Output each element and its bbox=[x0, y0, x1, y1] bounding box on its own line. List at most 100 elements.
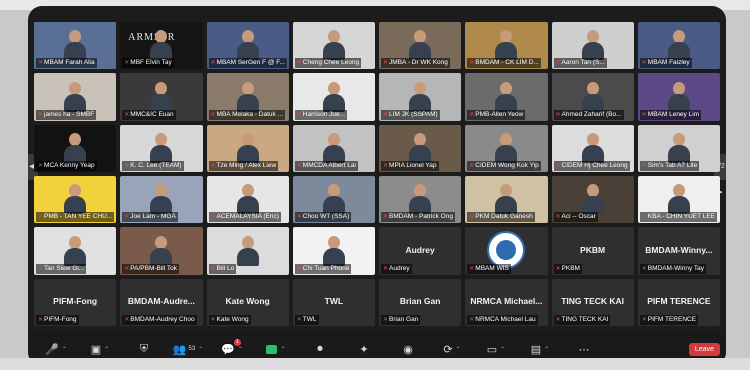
participant-tile[interactable]: ✕MPIA Lionel Yap bbox=[379, 124, 462, 172]
chevron-up-icon[interactable]: ⌃ bbox=[500, 346, 505, 353]
participant-name-label: ✕MBAM SerGen F @ F... bbox=[208, 58, 287, 69]
captions-icon: ▭ bbox=[486, 343, 498, 356]
participant-tile[interactable]: ✕CIDEM Hj Chee Leong bbox=[551, 124, 634, 172]
muted-mic-icon: ✕ bbox=[555, 214, 561, 221]
chevron-up-icon[interactable]: ⌃ bbox=[104, 346, 109, 353]
participant-grid: ✕MBAM Farah Alia ARMSTR ✕MBF Elvin Tay ✕MBA… bbox=[34, 22, 720, 326]
participant-tile[interactable]: BMDAM-Audre... ✕BMDAM-Audrey Choo bbox=[120, 278, 203, 326]
participant-tile[interactable]: ✕Tan Siew Gi... bbox=[34, 227, 117, 275]
muted-mic-icon: ✕ bbox=[641, 111, 647, 118]
participant-tile[interactable]: TWL ✕TWL bbox=[292, 278, 375, 326]
leave-button[interactable]: Leave bbox=[688, 342, 720, 356]
participant-tile[interactable]: ✕KBA - CHIN YUET LEE bbox=[637, 175, 720, 224]
participant-tile[interactable]: ✕BMDAM - Patrick Ong bbox=[379, 175, 462, 224]
whiteboard-icon: ⟳ bbox=[443, 343, 453, 356]
participant-tile[interactable]: PIFM TERENCE ✕PIFM TERENCE bbox=[637, 278, 720, 326]
participant-tile[interactable]: Brian Gan ✕Brian Gan bbox=[379, 278, 462, 326]
participant-tile[interactable]: NRMCA Michael... ✕NRMCA Michael Lau bbox=[465, 278, 548, 326]
participant-tile[interactable]: ✕Ahmed Zaharif (Bo... bbox=[551, 73, 634, 121]
participant-name-text: TWL bbox=[302, 315, 317, 323]
participant-tile[interactable]: ✕Choo WT (SSA) bbox=[292, 175, 375, 224]
participant-name-label: ✕BMDAM-Audrey Choo bbox=[122, 314, 197, 325]
participant-tile[interactable]: ✕ACEMALAYSIA (Eric) bbox=[206, 175, 289, 224]
participant-tile[interactable]: TING TECK KAI ✕TING TECK KAI bbox=[551, 278, 634, 326]
participant-tile[interactable]: ✕JMBA - Dr WK Kong bbox=[379, 22, 462, 70]
participant-name-label: ✕Aaron Tan (S... bbox=[553, 58, 607, 69]
participant-tile[interactable]: ✕CIDEM Wong Kok Yip bbox=[465, 124, 548, 172]
participant-tile[interactable]: ✕MBAM WIS bbox=[465, 227, 548, 275]
chevron-up-icon[interactable]: ⌃ bbox=[238, 346, 243, 353]
participant-video-figure bbox=[64, 132, 87, 163]
participant-name-text: BMDAM - CK LIM D... bbox=[475, 59, 539, 67]
chevron-up-icon[interactable]: ⌃ bbox=[198, 346, 203, 353]
participant-tile[interactable]: ✕Tze Ming / Alex Liew bbox=[206, 124, 289, 172]
muted-mic-icon: ✕ bbox=[383, 162, 389, 169]
participant-tile[interactable]: ✕Cheng Chee Leong bbox=[292, 22, 375, 70]
chat-icon: 💬 bbox=[221, 343, 235, 356]
participant-name-text: Bill Lo bbox=[216, 264, 235, 272]
participant-tile[interactable]: ✕BMDAM - CK LIM D... bbox=[465, 22, 548, 70]
chevron-up-icon[interactable]: ⌃ bbox=[456, 346, 461, 353]
chevron-up-icon[interactable]: ⌃ bbox=[280, 346, 285, 353]
participant-name-text: PKBM bbox=[561, 264, 580, 272]
chevron-up-icon[interactable]: ⌃ bbox=[62, 346, 67, 353]
participant-tile[interactable]: ✕MCA Kenny Yeap bbox=[34, 124, 117, 172]
muted-mic-icon: ✕ bbox=[641, 316, 647, 323]
participant-tile[interactable]: ✕PKM Datuk Ganesh bbox=[465, 175, 548, 224]
chat-badge: 1 bbox=[234, 339, 241, 346]
chevron-up-icon[interactable]: ⌃ bbox=[544, 346, 549, 353]
participant-tile[interactable]: ✕Joe Lam - MGA bbox=[120, 175, 203, 224]
participant-body bbox=[236, 247, 259, 266]
participant-tile[interactable]: ✕Aaron Tan (S... bbox=[551, 22, 634, 70]
participant-video-figure bbox=[495, 132, 518, 163]
participant-tile[interactable]: ✕Sim's Tab A7 Lite bbox=[637, 124, 720, 172]
participant-tile[interactable]: BMDAM-Winny... ✕BMDAM-Winny Tay bbox=[637, 227, 720, 275]
participant-tile[interactable]: ✕Aci -- Oscar bbox=[551, 175, 634, 224]
muted-mic-icon: ✕ bbox=[641, 214, 647, 221]
muted-mic-icon: ✕ bbox=[124, 60, 130, 67]
muted-mic-icon: ✕ bbox=[555, 60, 561, 67]
participant-name-text: Tze Ming / Alex Liew bbox=[216, 161, 277, 169]
participant-tile[interactable]: ✕MBA Melaka - Datuk ... bbox=[206, 73, 289, 121]
participant-tile[interactable]: ✕MBAM Leney Lim bbox=[637, 73, 720, 121]
participant-tile[interactable]: ✕LIM JK (SSPAM) bbox=[379, 73, 462, 121]
participant-display-name: TWL bbox=[324, 296, 344, 307]
participant-tile[interactable]: ✕PA/PBM-Bill Tok bbox=[120, 227, 203, 275]
participant-name-text: PMB - TAN YEE CHU... bbox=[44, 213, 113, 221]
participant-display-name: PIFM-Fong bbox=[53, 296, 98, 307]
record-icon: ⏺ bbox=[317, 342, 323, 355]
participant-name-text: LIM JK (SSPAM) bbox=[389, 110, 438, 118]
participant-name-text: MBAM SerGen F @ F... bbox=[216, 59, 285, 67]
participant-tile[interactable]: ✕MMC&IC Euan bbox=[120, 73, 203, 121]
participant-video-figure bbox=[581, 184, 604, 215]
participant-name-label: ✕BMDAM - CK LIM D... bbox=[467, 58, 541, 69]
participant-tile[interactable]: ✕PMB-Allen Yeow bbox=[465, 73, 548, 121]
participant-tile[interactable]: ✕Bill Lo bbox=[206, 227, 289, 275]
participant-tile[interactable]: Kate Wong ✕Kate Wong bbox=[206, 278, 289, 326]
participant-tile[interactable]: PKBM ✕PKBM bbox=[551, 227, 634, 275]
participant-tile[interactable]: ARMSTR ✕MBF Elvin Tay bbox=[120, 22, 203, 70]
participant-tile[interactable]: Audrey ✕Audrey bbox=[379, 227, 462, 275]
participant-tile[interactable]: ✕Harrison Jue... bbox=[292, 73, 375, 121]
participant-tile[interactable]: ✕PMB - TAN YEE CHU... bbox=[34, 175, 117, 224]
muted-mic-icon: ✕ bbox=[469, 265, 475, 272]
participant-tile[interactable]: ✕MBAM Farah Alia bbox=[34, 22, 117, 70]
participant-tile[interactable]: ✕Chi Tuan Phone bbox=[292, 227, 375, 275]
participant-tile[interactable]: ✕K. C. Lee (TEAM) bbox=[120, 124, 203, 172]
muted-mic-icon: ✕ bbox=[383, 214, 389, 221]
participant-tile[interactable]: ✕MBAM Faizley bbox=[637, 22, 720, 70]
participant-tile[interactable]: ✕james ha - SMBF bbox=[34, 73, 117, 121]
participant-tile[interactable]: ✕MBAM SerGen F @ F... bbox=[206, 22, 289, 70]
participant-name-text: Ahmed Zaharif (Bo... bbox=[561, 110, 622, 118]
participant-video-figure bbox=[322, 30, 345, 61]
participant-name-label: ✕PKBM bbox=[553, 263, 582, 274]
muted-mic-icon: ✕ bbox=[469, 162, 475, 169]
muted-mic-icon: ✕ bbox=[210, 316, 216, 323]
participant-name-text: MBAM WIS bbox=[475, 264, 509, 272]
muted-mic-icon: ✕ bbox=[383, 316, 389, 323]
participant-tile[interactable]: PIFM-Fong ✕PIFM-Fong bbox=[34, 278, 117, 326]
notes-icon: ▤ bbox=[530, 343, 542, 356]
participant-name-label: ✕PKM Datuk Ganesh bbox=[467, 212, 535, 223]
participant-tile[interactable]: ✕MMCDA Albert Lai bbox=[292, 124, 375, 172]
participant-video-figure bbox=[667, 30, 690, 61]
